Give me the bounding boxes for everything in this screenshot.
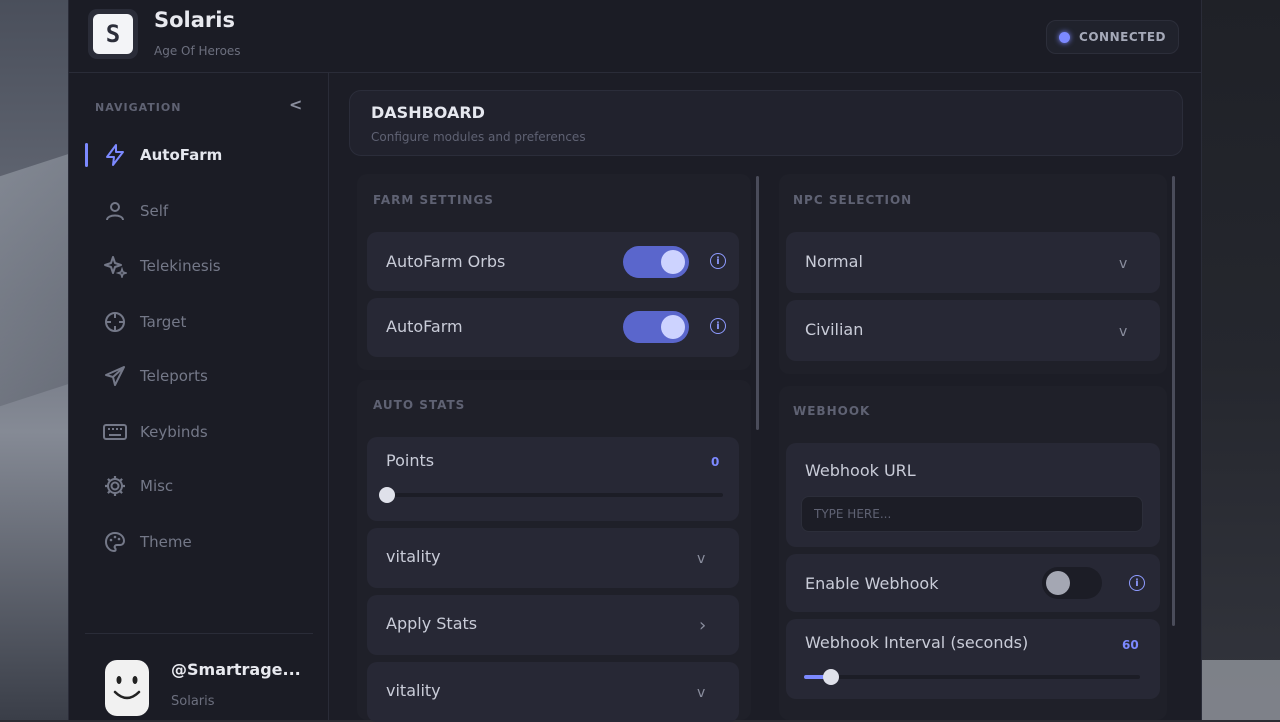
app-header: S Solaris Age Of Heroes CONNECTED (69, 0, 1201, 73)
npc-dropdown-civilian[interactable]: Civilian v (786, 300, 1160, 361)
sidebar-item-theme[interactable]: Theme (85, 522, 311, 562)
sidebar-item-autofarm[interactable]: AutoFarm (85, 135, 311, 175)
webhook-panel: WEBHOOK Webhook URL Enable Webhook i Web… (779, 386, 1167, 720)
app-subtitle: Age Of Heroes (154, 44, 241, 58)
page-subtitle: Configure modules and preferences (371, 130, 586, 144)
page-title: DASHBOARD (371, 103, 485, 122)
user-profile[interactable]: @Smartrage... Solaris (85, 633, 313, 721)
app-window: S Solaris Age Of Heroes CONNECTED NAVIGA… (68, 0, 1202, 722)
autofarm-row: AutoFarm i (367, 298, 739, 357)
sidebar: NAVIGATION < AutoFarm Self Telekinesis T… (69, 73, 329, 720)
points-slider[interactable] (379, 487, 723, 503)
sidebar-item-misc[interactable]: Misc (85, 466, 311, 506)
button-label: Apply Stats (386, 614, 478, 633)
webhook-url-input[interactable] (802, 497, 1142, 531)
sidebar-item-label: Theme (140, 533, 192, 551)
chevron-down-icon: v (697, 685, 706, 701)
sidebar-item-label: Teleports (140, 367, 208, 385)
user-icon (102, 198, 128, 224)
sidebar-item-telekinesis[interactable]: Telekinesis (85, 246, 311, 286)
palette-icon (102, 529, 128, 555)
stat-dropdown-1[interactable]: vitality v (367, 528, 739, 588)
sidebar-item-label: AutoFarm (140, 146, 223, 164)
autofarm-orbs-toggle[interactable] (623, 246, 689, 278)
slider-value: 0 (711, 455, 720, 469)
autofarm-orbs-row: AutoFarm Orbs i (367, 232, 739, 291)
info-icon[interactable]: i (710, 318, 726, 334)
slider-value: 60 (1122, 638, 1139, 652)
sidebar-item-target[interactable]: Target (85, 302, 311, 342)
navigation-heading: NAVIGATION (95, 101, 182, 114)
dropdown-value: Civilian (805, 320, 864, 339)
info-icon[interactable]: i (1129, 575, 1145, 591)
webhook-url-input-box (801, 496, 1143, 532)
enable-webhook-toggle[interactable] (1042, 567, 1102, 599)
webhook-url-row: Webhook URL (786, 443, 1160, 547)
sidebar-item-self[interactable]: Self (85, 191, 311, 231)
section-title: FARM SETTINGS (373, 193, 494, 207)
dropdown-value: Normal (805, 252, 863, 271)
chevron-down-icon: v (1119, 324, 1128, 340)
left-column-scrollbar[interactable] (756, 176, 759, 430)
field-label: Webhook URL (805, 461, 916, 480)
keyboard-icon (102, 419, 128, 445)
chevron-down-icon: v (1119, 256, 1128, 272)
user-subtitle: Solaris (171, 694, 215, 709)
section-title: AUTO STATS (373, 398, 466, 412)
chevron-down-icon: v (697, 551, 706, 567)
right-column-scrollbar[interactable] (1172, 176, 1175, 626)
sidebar-item-label: Self (140, 202, 169, 220)
enable-webhook-row: Enable Webhook i (786, 554, 1160, 612)
status-dot-icon (1059, 31, 1071, 43)
stat-dropdown-2[interactable]: vitality v (367, 662, 739, 722)
section-title: NPC SELECTION (793, 193, 913, 207)
sidebar-item-label: Target (140, 313, 187, 331)
slider-thumb[interactable] (823, 669, 839, 685)
autofarm-toggle[interactable] (623, 311, 689, 343)
dropdown-value: vitality (386, 547, 441, 566)
sidebar-item-label: Telekinesis (140, 257, 221, 275)
auto-stats-panel: AUTO STATS Points 0 vitality v Apply Sta… (357, 380, 751, 722)
game-background-right (1190, 0, 1280, 720)
sidebar-item-teleports[interactable]: Teleports (85, 356, 311, 396)
slider-thumb[interactable] (379, 487, 395, 503)
sidebar-item-label: Misc (140, 477, 174, 495)
farm-settings-panel: FARM SETTINGS AutoFarm Orbs i AutoFarm i (357, 174, 751, 370)
npc-dropdown-normal[interactable]: Normal v (786, 232, 1160, 293)
chevron-right-icon: › (699, 615, 707, 636)
app-title: Solaris (154, 8, 235, 32)
crosshair-icon (102, 309, 128, 335)
webhook-interval-row: Webhook Interval (seconds) 60 (786, 619, 1160, 699)
toggle-label: AutoFarm (386, 317, 463, 336)
toggle-label: Enable Webhook (805, 574, 939, 593)
sidebar-item-label: Keybinds (140, 423, 208, 441)
dashboard-header: DASHBOARD Configure modules and preferen… (349, 90, 1183, 156)
info-icon[interactable]: i (710, 253, 726, 269)
sidebar-item-keybinds[interactable]: Keybinds (85, 412, 311, 452)
slider-label: Webhook Interval (seconds) (805, 633, 1029, 652)
webhook-interval-slider[interactable] (804, 669, 1140, 685)
toggle-label: AutoFarm Orbs (386, 252, 506, 271)
username: @Smartrage... (171, 660, 301, 679)
bolt-icon (102, 142, 128, 168)
collapse-sidebar-icon[interactable]: < (289, 95, 302, 114)
plane-icon (102, 363, 128, 389)
sparkle-icon (102, 253, 128, 279)
points-slider-row: Points 0 (367, 437, 739, 521)
apply-stats-button[interactable]: Apply Stats › (367, 595, 739, 655)
slider-label: Points (386, 451, 435, 470)
section-title: WEBHOOK (793, 404, 871, 418)
gear-icon (102, 473, 128, 499)
app-logo: S (88, 9, 138, 59)
connection-status-badge: CONNECTED (1046, 20, 1179, 54)
avatar (102, 658, 152, 718)
dropdown-value: vitality (386, 681, 441, 700)
npc-selection-panel: NPC SELECTION Normal v Civilian v (779, 174, 1167, 374)
connection-status-label: CONNECTED (1079, 30, 1166, 44)
